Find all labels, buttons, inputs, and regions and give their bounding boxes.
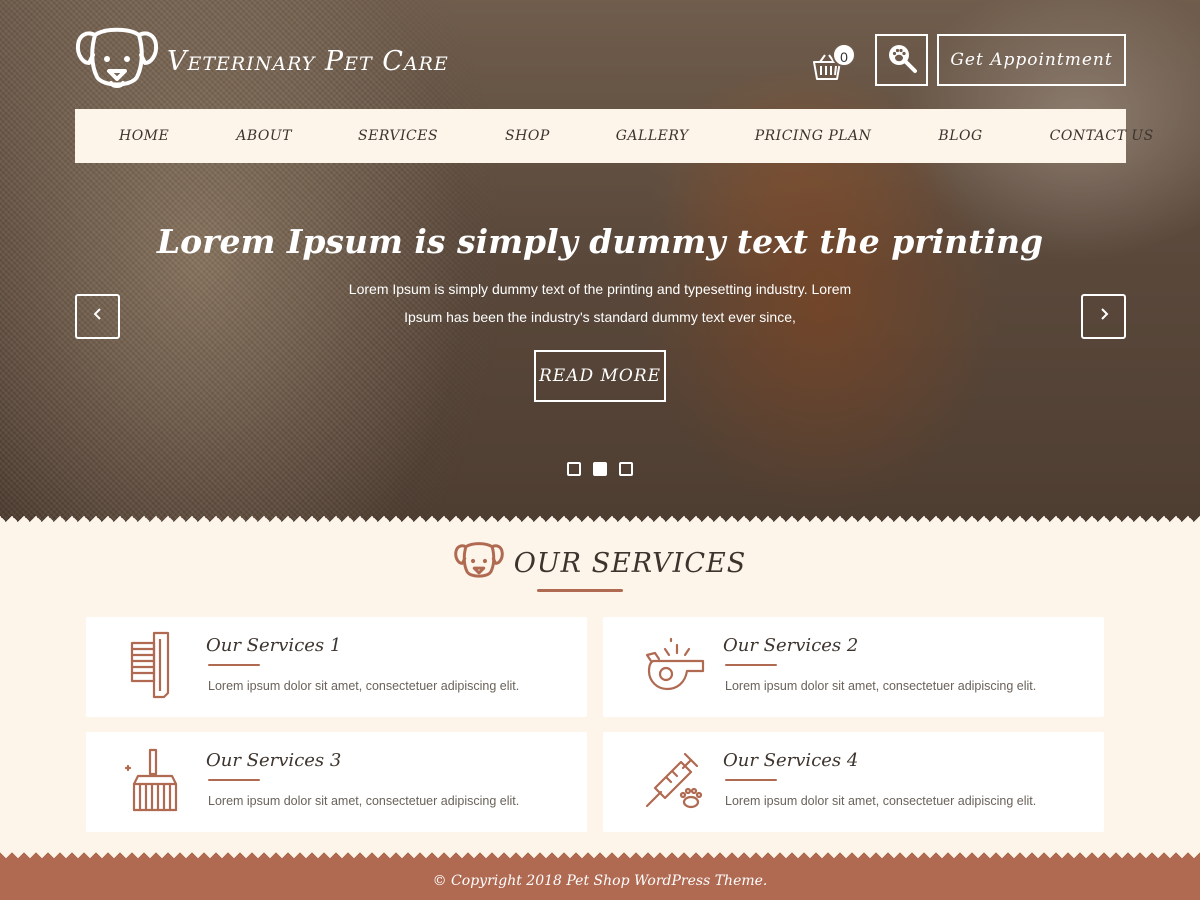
nav-item-shop[interactable]: SHOP [505,128,550,144]
hero-zigzag-divider [0,514,1200,530]
get-appointment-button[interactable]: Get Appointment [937,34,1126,86]
services-title: OUR SERVICES [513,548,747,579]
search-button[interactable] [875,34,928,86]
service-title: Our Services 2 [723,635,859,656]
cart-count-badge: 0 [832,43,856,67]
whistle-icon [641,631,711,701]
service-title-underline [725,664,777,666]
chevron-left-icon [92,307,104,326]
slider-next-button[interactable] [1081,294,1126,339]
chevron-right-icon [1098,307,1110,326]
grooming-brush-icon [124,746,194,816]
service-card-3[interactable]: Our Services 3 Lorem ipsum dolor sit ame… [86,732,587,832]
slide-text: Lorem Ipsum is simply dummy text of the … [330,275,870,331]
copyright-text: © Copyright 2018 Pet Shop WordPress Them… [432,873,768,889]
services-header: OUR SERVICES [0,540,1200,587]
service-description: Lorem ipsum dolor sit amet, consectetuer… [208,794,520,808]
brush-icon [124,631,194,701]
service-card-2[interactable]: Our Services 2 Lorem ipsum dolor sit ame… [603,617,1104,717]
read-more-button[interactable]: READ MORE [534,350,666,402]
nav-item-about[interactable]: ABOUT [236,128,292,144]
service-description: Lorem ipsum dolor sit amet, consectetuer… [208,679,520,693]
service-title-underline [208,779,260,781]
slide-title: Lorem Ipsum is simply dummy text the pri… [156,222,1044,261]
slider-dot-2[interactable] [593,462,607,476]
services-title-underline [537,589,623,592]
hero-slider: Veterinary Pet Care 0 Get Appointment HO… [0,0,1200,530]
nav-item-contact-us[interactable]: CONTACT US [1050,128,1154,144]
slider-prev-button[interactable] [75,294,120,339]
slide-text-line-2: Ipsum has been the industry's standard d… [404,309,796,325]
site-title[interactable]: Veterinary Pet Care [167,46,449,77]
service-title-underline [208,664,260,666]
syringe-paw-icon [641,746,711,816]
service-card-1[interactable]: Our Services 1 Lorem ipsum dolor sit ame… [86,617,587,717]
service-description: Lorem ipsum dolor sit amet, consectetuer… [725,679,1037,693]
nav-item-gallery[interactable]: GALLERY [616,128,689,144]
service-title-underline [725,779,777,781]
service-title: Our Services 4 [723,750,859,771]
service-description: Lorem ipsum dolor sit amet, consectetuer… [725,794,1037,808]
main-nav: HOME ABOUT SERVICES SHOP GALLERY PRICING… [75,109,1153,163]
slider-dot-1[interactable] [567,462,581,476]
service-card-4[interactable]: Our Services 4 Lorem ipsum dolor sit ame… [603,732,1104,832]
service-title: Our Services 1 [206,635,342,656]
nav-item-pricing-plan[interactable]: PRICING PLAN [755,128,872,144]
cart-button[interactable]: 0 [812,43,856,85]
paw-search-icon [886,42,918,79]
slider-dot-3[interactable] [619,462,633,476]
slide-text-line-1: Lorem Ipsum is simply dummy text of the … [348,281,852,297]
footer: © Copyright 2018 Pet Shop WordPress Them… [0,862,1200,900]
nav-item-home[interactable]: HOME [119,128,169,144]
dog-face-icon [454,540,504,587]
slider-dots [567,462,633,476]
nav-item-blog[interactable]: BLOG [938,128,982,144]
service-title: Our Services 3 [206,750,342,771]
nav-item-services[interactable]: SERVICES [358,128,438,144]
dog-logo-icon [75,25,159,98]
site-logo[interactable]: Veterinary Pet Care [75,25,449,98]
